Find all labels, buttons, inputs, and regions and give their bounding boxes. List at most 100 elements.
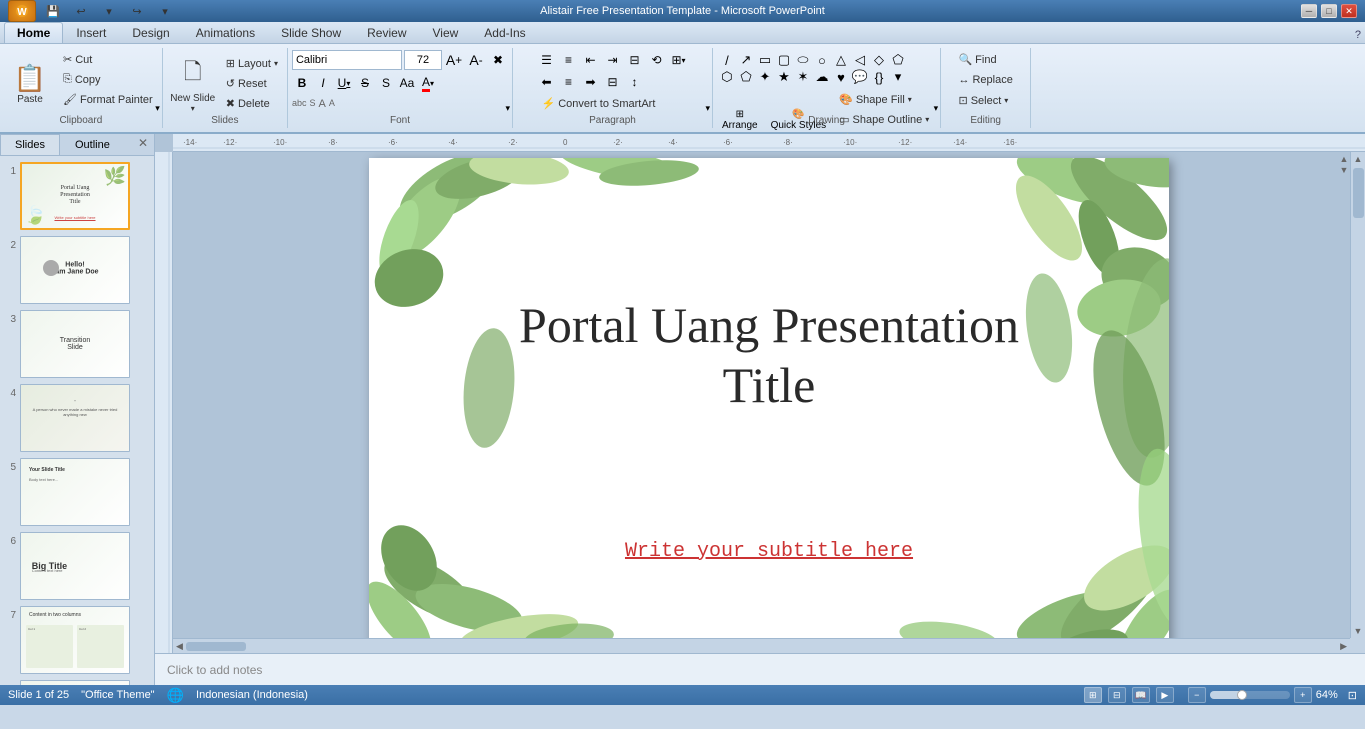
slide-canvas-area[interactable]: Portal Uang Presentation Title Write you… [173,152,1365,653]
format-painter-button[interactable]: 🖌 Format Painter [58,90,158,109]
scroll-down-arrow[interactable]: ▼ [1352,624,1365,638]
tab-slides[interactable]: Slides [0,134,60,155]
font-name-input[interactable] [292,50,402,70]
clipboard-expand[interactable]: ▾ [155,103,160,114]
align-text-button[interactable]: ⊞▾ [668,50,688,70]
paragraph-expand[interactable]: ▾ [705,103,710,114]
office-button[interactable]: W [8,0,36,22]
tab-design[interactable]: Design [119,22,182,43]
shape-star4[interactable]: ✦ [757,69,773,85]
shape-circle[interactable]: ○ [814,52,830,68]
text-shadow-button[interactable]: S [376,73,396,93]
shape-cloud[interactable]: ☁ [814,69,830,85]
shape-fill-button[interactable]: 🎨 Shape Fill ▾ [834,90,936,109]
shape-rtriangle[interactable]: ◁ [852,52,868,68]
qat-redo-button[interactable]: ↪ [126,1,148,21]
align-right-button[interactable]: ➡ [580,72,600,92]
tab-slideshow[interactable]: Slide Show [268,22,354,43]
font-increase-button[interactable]: A+ [444,50,464,70]
underline-button[interactable]: U▾ [334,73,354,93]
shape-hexagon[interactable]: ⬡ [719,69,735,85]
slide-thumb-1[interactable]: 1 🌿 🍃 Portal UangPresentationTitle Write… [2,160,152,232]
font-size-input[interactable] [404,50,442,70]
maximize-button[interactable]: □ [1321,4,1337,18]
shape-line[interactable]: / [719,52,735,68]
shape-more[interactable]: ▾ [890,69,906,85]
paste-button[interactable]: 📋 Paste [4,50,56,118]
cut-button[interactable]: ✂ Cut [58,50,158,69]
close-button[interactable]: ✕ [1341,4,1357,18]
slide-thumb-3[interactable]: 3 TransitionSlide [2,308,152,380]
tab-home[interactable]: Home [4,22,63,43]
slide-thumb-8[interactable]: 8 Content in three columns C1 C2 C3 [2,678,152,685]
select-button[interactable]: ⊡ Select ▾ [953,91,1013,110]
scroll-right-arrow[interactable]: ▶ [1337,639,1350,654]
fit-button[interactable]: ⊡ [1348,689,1357,702]
arrange-button[interactable]: ⊞ Arrange [717,106,763,134]
view-sorter-button[interactable]: ⊟ [1108,687,1126,703]
view-reading-button[interactable]: 📖 [1132,687,1150,703]
bold-button[interactable]: B [292,73,312,93]
shape-pentagon[interactable]: ⬠ [890,52,906,68]
ribbon-help[interactable]: ? [1351,27,1365,43]
view-slideshow-button[interactable]: ▶ [1156,687,1174,703]
zoom-out-button[interactable]: − [1188,687,1206,703]
replace-button[interactable]: ↔ Replace [953,71,1017,89]
increase-indent-button[interactable]: ⇥ [602,50,622,70]
decrease-indent-button[interactable]: ⇤ [580,50,600,70]
scrollbar-vertical[interactable]: ▲ ▼ [1350,152,1365,638]
scroll-thumb-v[interactable] [1353,168,1364,218]
tab-addins[interactable]: Add-Ins [471,22,538,43]
new-slide-dropdown[interactable]: ▾ [191,104,195,113]
change-case-button[interactable]: Aa [397,73,417,93]
shape-bracket[interactable]: {} [871,69,887,85]
slide-thumb-4[interactable]: 4 " A person who never made a mistake ne… [2,382,152,454]
tab-outline[interactable]: Outline [60,134,125,155]
line-spacing-button[interactable]: ↕ [624,72,644,92]
panel-scroll-down[interactable]: ▼ [1338,165,1350,175]
italic-button[interactable]: I [313,73,333,93]
qat-customize[interactable]: ▾ [154,1,176,21]
shape-rounded-rect[interactable]: ▢ [776,52,792,68]
convert-smartart-button[interactable]: ⚡ Convert to SmartArt [536,94,660,113]
panel-scroll-up[interactable]: ▲ [1338,154,1350,164]
slide-thumb-6[interactable]: 6 Big Title Content text here [2,530,152,602]
shape-snipped[interactable]: ⬭ [795,52,811,68]
slide-thumb-7[interactable]: 7 Content in two columns Col 1 Col 2 [2,604,152,676]
shape-star5[interactable]: ★ [776,69,792,85]
font-expand[interactable]: ▾ [505,103,510,114]
tab-animations[interactable]: Animations [183,22,268,43]
slide-subtitle[interactable]: Write your subtitle here [625,540,913,563]
numbering-button[interactable]: ≡ [558,50,578,70]
qat-undo-dropdown[interactable]: ▾ [98,1,120,21]
align-left-button[interactable]: ⬅ [536,72,556,92]
tab-insert[interactable]: Insert [63,22,119,43]
layout-button[interactable]: ⊞ Layout ▾ [221,54,283,73]
slide-panel-close[interactable]: ✕ [132,134,154,155]
columns-button[interactable]: ⊟ [624,50,644,70]
shape-rect[interactable]: ▭ [757,52,773,68]
shape-callout[interactable]: 💬 [852,69,868,85]
font-color-button[interactable]: A ▾ [418,73,438,93]
scroll-thumb-h[interactable] [186,642,246,651]
clear-format-button[interactable]: ✖ [488,50,508,70]
text-direction-button[interactable]: ⟲ [646,50,666,70]
copy-button[interactable]: ⎘ Copy [58,70,158,89]
bullets-button[interactable]: ☰ [536,50,556,70]
tab-view[interactable]: View [420,22,472,43]
justify-button[interactable]: ⊟ [602,72,622,92]
zoom-slider[interactable] [1210,691,1290,699]
shape-triangle[interactable]: △ [833,52,849,68]
font-decrease-button[interactable]: A- [466,50,486,70]
strikethrough-button[interactable]: S [355,73,375,93]
view-normal-button[interactable]: ⊞ [1084,687,1102,703]
zoom-in-button[interactable]: + [1294,687,1312,703]
shape-heart[interactable]: ♥ [833,69,849,85]
shape-diamond[interactable]: ◇ [871,52,887,68]
zoom-handle[interactable] [1237,690,1247,700]
shape-star6[interactable]: ✶ [795,69,811,85]
delete-button[interactable]: ✖ Delete [221,94,283,113]
reset-button[interactable]: ↺ Reset [221,74,283,93]
slide-thumb-2[interactable]: 2 Hello!I am Jane Doe [2,234,152,306]
drawing-expand[interactable]: ▾ [934,103,939,114]
